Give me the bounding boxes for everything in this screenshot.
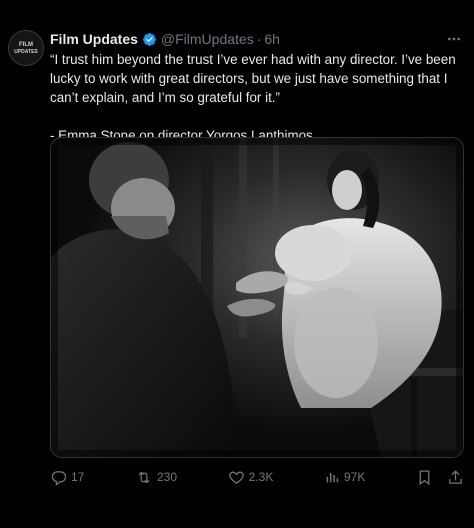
like-button[interactable]: 2.3K bbox=[228, 469, 274, 486]
verified-badge-icon bbox=[142, 32, 157, 47]
bookmark-icon bbox=[416, 469, 433, 486]
reply-count: 17 bbox=[71, 470, 85, 484]
share-button[interactable] bbox=[447, 469, 464, 486]
repost-icon bbox=[135, 469, 153, 486]
reply-button[interactable]: 17 bbox=[50, 469, 84, 486]
like-icon bbox=[228, 469, 245, 486]
reply-icon bbox=[50, 469, 67, 486]
repost-button[interactable]: 230 bbox=[135, 469, 177, 486]
tweet-text: “I trust him beyond the trust I’ve ever … bbox=[50, 50, 468, 145]
header-separator: · bbox=[256, 31, 262, 47]
more-icon[interactable] bbox=[444, 30, 464, 48]
tweet-actions: 17 230 2.3K 97K bbox=[50, 467, 464, 487]
like-count: 2.3K bbox=[248, 470, 274, 484]
tweet-quote: “I trust him beyond the trust I’ve ever … bbox=[50, 52, 456, 105]
tweet[interactable]: FILM UPDATES Film Updates @FilmUpdates ·… bbox=[0, 0, 474, 528]
avatar-logo-text-top: FILM bbox=[19, 42, 33, 48]
repost-count: 230 bbox=[157, 470, 178, 484]
share-icon bbox=[447, 469, 464, 486]
tweet-time[interactable]: 6h bbox=[264, 31, 280, 47]
secondary-actions bbox=[416, 469, 464, 486]
tweet-header: Film Updates @FilmUpdates · 6h bbox=[50, 30, 280, 48]
views-count: 97K bbox=[344, 470, 366, 484]
author-handle[interactable]: @FilmUpdates bbox=[161, 31, 254, 47]
tweet-photo[interactable] bbox=[50, 137, 464, 458]
views-icon bbox=[324, 469, 340, 485]
views-button[interactable]: 97K bbox=[324, 469, 365, 485]
author-avatar[interactable]: FILM UPDATES bbox=[8, 30, 44, 66]
avatar-logo-text-bottom: UPDATES bbox=[14, 49, 38, 55]
bookmark-button[interactable] bbox=[416, 469, 433, 486]
author-name[interactable]: Film Updates bbox=[50, 31, 138, 47]
